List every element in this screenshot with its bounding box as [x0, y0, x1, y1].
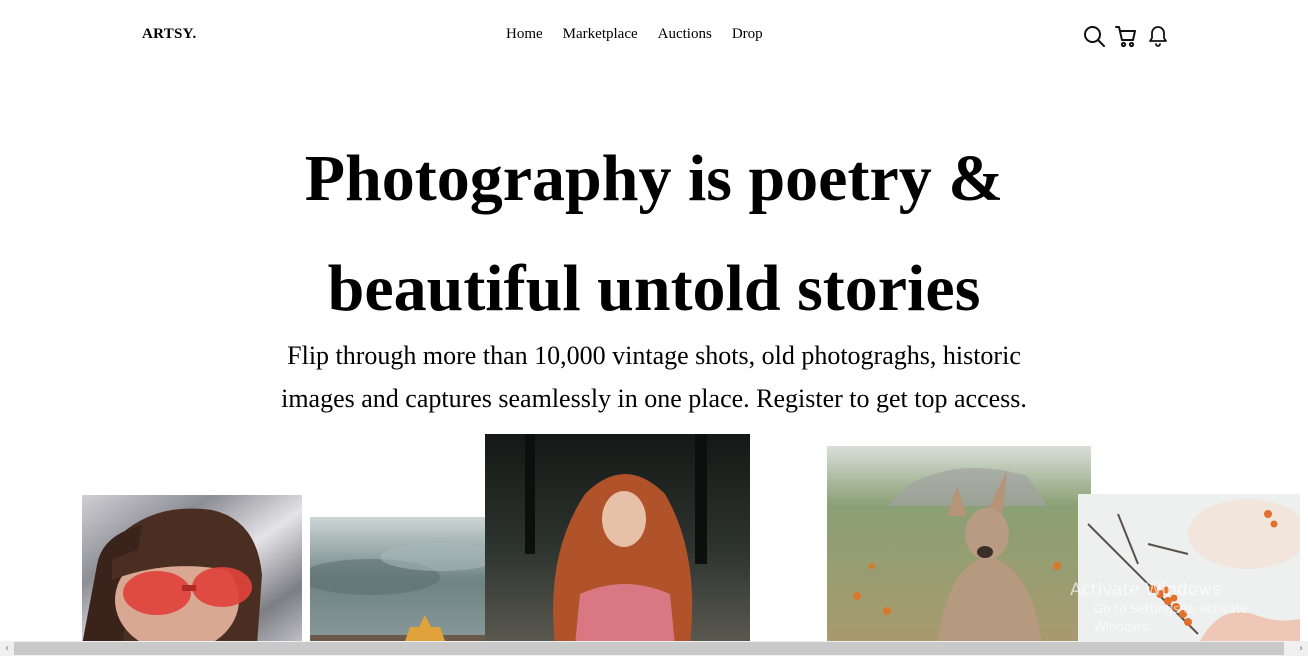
scrollbar-thumb[interactable]	[14, 642, 1284, 655]
brand-logo[interactable]: ARTSY.	[142, 26, 197, 43]
main-nav: Home Marketplace Auctions Drop	[506, 26, 763, 43]
windows-activation-watermark: Activate Windows Go to Settings to activ…	[1070, 580, 1300, 636]
horizontal-scrollbar[interactable]: ‹ ›	[0, 641, 1308, 656]
nav-home[interactable]: Home	[506, 26, 543, 43]
search-icon[interactable]	[1082, 24, 1106, 48]
hero-title: Photography is poetry & beautiful untold…	[0, 124, 1308, 344]
hero-title-line-1: Photography is poetry &	[304, 142, 1004, 215]
nav-auctions[interactable]: Auctions	[658, 26, 712, 43]
photo-autumn-leaf-cloudy-sky[interactable]	[310, 517, 486, 645]
bell-icon[interactable]	[1146, 24, 1170, 48]
cart-icon[interactable]	[1114, 24, 1138, 48]
hero-subtitle-line-2: images and captures seamlessly in one pl…	[281, 384, 1027, 413]
nav-drop[interactable]: Drop	[732, 26, 763, 43]
watermark-line-1: Activate Windows	[1070, 580, 1221, 600]
scroll-left-icon[interactable]: ‹	[0, 641, 14, 656]
photo-portrait-red-sunglasses[interactable]	[82, 495, 302, 645]
hero-title-line-2: beautiful untold stories	[327, 252, 981, 325]
watermark-line-2: Go to Settings to activate Windows.	[1094, 602, 1248, 634]
hero-subtitle-line-1: Flip through more than 10,000 vintage sh…	[287, 341, 1021, 370]
header-actions	[1082, 24, 1170, 48]
photo-kangaroo-field[interactable]	[827, 446, 1091, 645]
hero-subtitle: Flip through more than 10,000 vintage sh…	[240, 334, 1068, 420]
nav-marketplace[interactable]: Marketplace	[563, 26, 638, 43]
scroll-right-icon[interactable]: ›	[1294, 641, 1308, 656]
photo-red-haired-girl-forest[interactable]	[485, 434, 750, 645]
